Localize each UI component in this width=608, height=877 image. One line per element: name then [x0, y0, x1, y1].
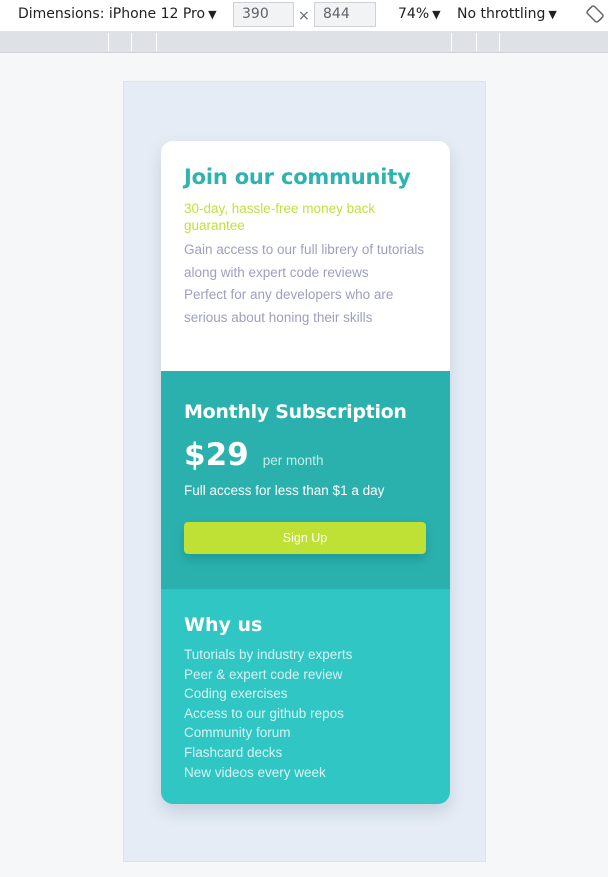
why-section: Why us Tutorials by industry experts Pee… [161, 589, 450, 804]
description-text: Perfect for any developers who are serio… [184, 287, 394, 325]
list-item: Access to our github repos [184, 705, 344, 721]
list-item: Coding exercises [184, 686, 288, 702]
description-text: Gain access to our full librery of tutor… [184, 242, 425, 280]
media-query-bar[interactable] [0, 31, 608, 53]
ruler-divider [476, 33, 477, 51]
zoom-label: 74% [398, 6, 430, 22]
ruler-divider [156, 33, 157, 51]
chevron-down-icon: ▼ [208, 8, 217, 21]
ruler-divider [451, 33, 452, 51]
subscription-section: Monthly Subscription $29 per month Full … [161, 371, 450, 589]
price-value: $29 [184, 437, 249, 473]
device-label: Dimensions: iPhone 12 Pro [18, 6, 206, 22]
join-section: Join our community 30-day, hassle-free m… [161, 141, 450, 371]
chevron-down-icon: ▼ [548, 8, 557, 21]
device-select[interactable]: Dimensions: iPhone 12 Pro ▼ [18, 6, 217, 22]
join-title: Join our community [184, 165, 411, 189]
rotate-icon[interactable] [586, 5, 604, 23]
pricing-card: Join our community 30-day, hassle-free m… [161, 141, 450, 804]
chevron-down-icon: ▼ [432, 8, 441, 21]
why-list: Tutorials by industry experts Peer & exp… [184, 645, 427, 782]
throttle-select[interactable]: No throttling ▼ [457, 6, 557, 22]
height-input[interactable]: 844 [314, 2, 376, 27]
subscription-note: Full access for less than $1 a day [184, 483, 385, 498]
guarantee-text: 30-day, hassle-free money back guarantee [184, 201, 376, 233]
list-item: Community forum [184, 725, 291, 741]
price-row: $29 per month [184, 437, 427, 473]
sign-up-button[interactable]: Sign Up [184, 522, 426, 554]
devtools-toolbar: Dimensions: iPhone 12 Pro ▼ 390 × 844 74%… [0, 0, 608, 31]
times-icon: × [298, 8, 310, 24]
why-title: Why us [184, 614, 263, 636]
price-period: per month [262, 453, 324, 468]
throttle-label: No throttling [457, 6, 546, 22]
zoom-select[interactable]: 74% ▼ [398, 6, 441, 22]
ruler-divider [499, 33, 500, 51]
list-item: Tutorials by industry experts [184, 647, 353, 662]
list-item: Peer & expert code review [184, 666, 343, 682]
ruler-divider [131, 33, 132, 51]
list-item: Flashcard decks [184, 744, 283, 760]
ruler-divider [108, 33, 109, 51]
list-item: New videos every week [184, 764, 326, 780]
width-input[interactable]: 390 [233, 2, 294, 27]
subscription-title: Monthly Subscription [184, 401, 407, 423]
device-viewport: Join our community 30-day, hassle-free m… [123, 81, 486, 862]
